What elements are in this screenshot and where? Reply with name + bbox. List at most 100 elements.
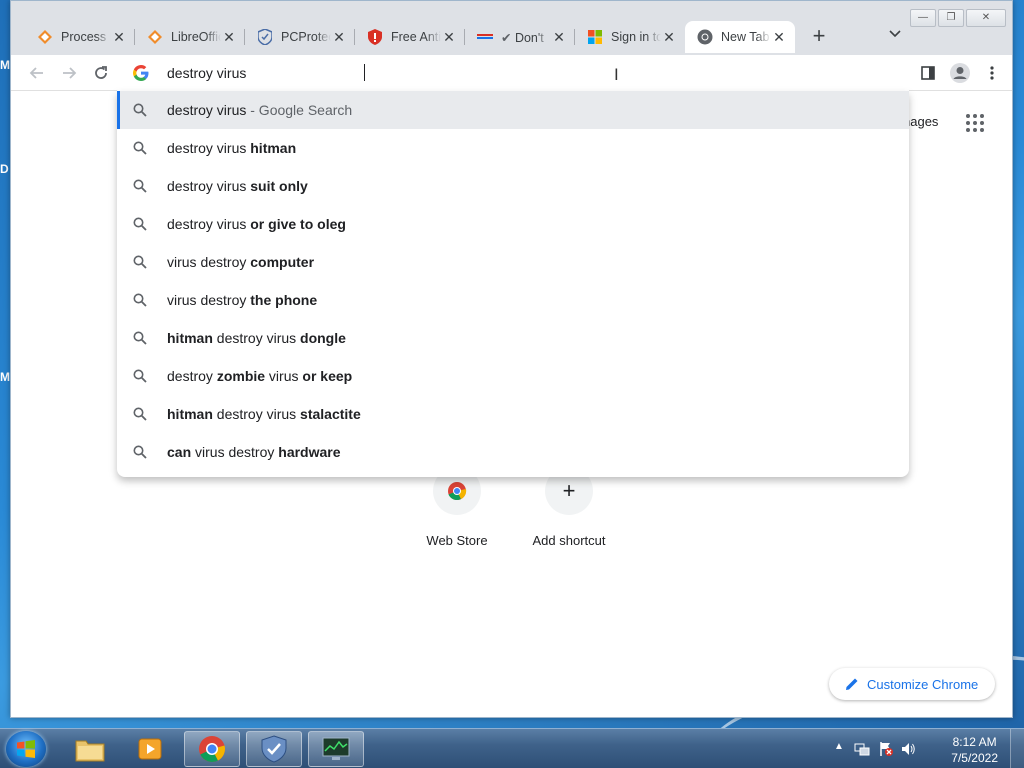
search-icon xyxy=(133,141,147,155)
taskbar-task-manager[interactable] xyxy=(308,731,364,767)
close-tab-icon[interactable]: ✕ xyxy=(441,29,457,45)
clock-time: 8:12 AM xyxy=(952,735,997,749)
taskbar-security-shield[interactable] xyxy=(246,731,302,767)
chrome-icon xyxy=(697,29,713,45)
suggestion-part: can xyxy=(167,444,192,460)
profile-avatar-icon xyxy=(950,63,970,83)
pencil-icon xyxy=(846,678,858,690)
suggestion-part: hardware xyxy=(278,444,341,460)
tab-new-tab[interactable]: New Tab ✕ xyxy=(685,21,795,53)
suggestion-text: hitman destroy virus dongle xyxy=(167,330,346,346)
suggestion-row[interactable]: hitman destroy virus stalactite xyxy=(117,395,909,433)
suggestion-part: destroy virus xyxy=(167,178,251,194)
side-panel-button[interactable] xyxy=(916,61,940,85)
suggestion-row[interactable]: virus destroy computer xyxy=(117,243,909,281)
suggestion-row[interactable]: destroy virus - Google Search xyxy=(117,91,909,129)
close-tab-icon[interactable]: ✕ xyxy=(331,29,347,45)
suggestion-part: destroy virus xyxy=(167,140,251,156)
back-button[interactable] xyxy=(25,61,49,85)
search-icon xyxy=(133,407,147,421)
google-apps-button[interactable] xyxy=(965,113,985,133)
suggestion-row[interactable]: destroy virus suit only xyxy=(117,167,909,205)
tab-process-monitor[interactable]: Process Monitor ✕ xyxy=(25,21,135,53)
side-panel-icon xyxy=(921,66,935,80)
suggestion-part: destroy xyxy=(167,368,217,384)
profile-button[interactable] xyxy=(948,61,972,85)
suggestion-text: destroy virus suit only xyxy=(167,178,308,194)
shield-check-icon xyxy=(257,29,273,45)
suggestion-row[interactable]: hitman destroy virus dongle xyxy=(117,319,909,357)
suggestion-part: virus destroy xyxy=(167,254,251,270)
chrome-menu-button[interactable] xyxy=(980,61,1004,85)
tab-sign-in[interactable]: Sign in to ✕ xyxy=(575,21,685,53)
sysinternals-icon xyxy=(37,29,53,45)
suggestion-row[interactable]: destroy virus hitman xyxy=(117,129,909,167)
volume-icon[interactable] xyxy=(900,741,916,757)
suggestion-part: hitman xyxy=(167,406,213,422)
system-clock[interactable]: 8:12 AM 7/5/2022 xyxy=(951,734,998,766)
close-window-button[interactable]: ✕ xyxy=(966,9,1006,27)
address-bar[interactable]: I xyxy=(117,55,909,91)
close-tab-icon[interactable]: ✕ xyxy=(221,29,237,45)
search-icon xyxy=(133,103,147,117)
google-g-icon xyxy=(133,65,149,81)
suggestion-part: suit only xyxy=(250,178,308,194)
suggestion-row[interactable]: destroy virus or give to oleg xyxy=(117,205,909,243)
suggestion-row[interactable]: virus destroy the phone xyxy=(117,281,909,319)
window-controls: — ❐ ✕ xyxy=(910,9,1006,27)
suggestion-text: hitman destroy virus stalactite xyxy=(167,406,361,422)
tab-title: Free Antivirus xyxy=(391,30,441,44)
toolbar-actions xyxy=(916,61,1004,85)
tab-search-button[interactable] xyxy=(885,27,905,47)
restore-button[interactable]: ❐ xyxy=(938,9,964,27)
suggestion-part: zombie xyxy=(216,368,266,384)
folder-icon xyxy=(75,740,105,762)
shortcut-web-store[interactable]: Web Store xyxy=(407,467,507,548)
start-button[interactable] xyxy=(6,731,46,767)
suggestion-text: can virus destroy hardware xyxy=(167,444,341,460)
close-tab-icon[interactable]: ✕ xyxy=(771,29,787,45)
suggestion-text: virus destroy the phone xyxy=(167,292,317,308)
close-tab-icon[interactable]: ✕ xyxy=(551,29,567,45)
shortcut-add[interactable]: + Add shortcut xyxy=(519,467,619,548)
minimize-button[interactable]: — xyxy=(910,9,936,27)
taskbar-media-player[interactable] xyxy=(122,731,178,767)
suggestion-part: destroy virus xyxy=(212,406,301,422)
show-desktop-button[interactable] xyxy=(1010,729,1024,768)
tab-title: LibreOffice xyxy=(171,30,221,44)
toolbar: I xyxy=(11,55,1012,91)
back-arrow-icon xyxy=(29,67,43,79)
tab-libreoffice[interactable]: LibreOffice ✕ xyxy=(135,21,245,53)
suggestion-part: the phone xyxy=(250,292,318,308)
action-center-warning-icon[interactable] xyxy=(878,741,894,757)
omnibox-input[interactable] xyxy=(167,63,667,83)
suggestion-row[interactable]: destroy zombie virus or keep xyxy=(117,357,909,395)
omnibox-suggestions: destroy virus - Google Search destroy vir… xyxy=(117,91,909,477)
search-icon xyxy=(133,179,147,193)
tab-dont[interactable]: ✔ Don't ✕ xyxy=(465,21,575,53)
forward-button[interactable] xyxy=(57,61,81,85)
tab-pcprotect[interactable]: PCProtect ✕ xyxy=(245,21,355,53)
suggestion-text: destroy zombie virus or keep xyxy=(167,368,352,384)
tab-title: New Tab xyxy=(721,30,770,44)
suggestion-text: destroy virus - Google Search xyxy=(167,102,352,118)
close-tab-icon[interactable]: ✕ xyxy=(111,29,127,45)
new-tab-button[interactable]: + xyxy=(807,25,831,49)
customize-chrome-button[interactable]: Customize Chrome xyxy=(829,668,995,700)
tab-free-antivirus[interactable]: Free Antivirus ✕ xyxy=(355,21,465,53)
close-tab-icon[interactable]: ✕ xyxy=(661,29,677,45)
suggestion-row[interactable]: can virus destroy hardware xyxy=(117,433,909,471)
reload-button[interactable] xyxy=(89,61,113,85)
taskbar-file-explorer[interactable] xyxy=(62,731,118,767)
suggestion-text: virus destroy computer xyxy=(167,254,314,270)
network-icon[interactable] xyxy=(854,741,870,757)
taskbar-chrome[interactable] xyxy=(184,731,240,767)
suggestion-part: destroy virus xyxy=(167,102,247,118)
ibeam-cursor-icon: I xyxy=(614,65,619,84)
shortcut-label: Web Store xyxy=(426,533,488,548)
shortcut-label: Add shortcut xyxy=(532,533,606,548)
windows-flag-icon xyxy=(17,740,35,758)
media-player-icon xyxy=(138,738,162,760)
system-tray: ▲ 8:12 AM 7/5/2022 xyxy=(834,729,1024,768)
show-hidden-icons-button[interactable]: ▲ xyxy=(834,741,844,752)
